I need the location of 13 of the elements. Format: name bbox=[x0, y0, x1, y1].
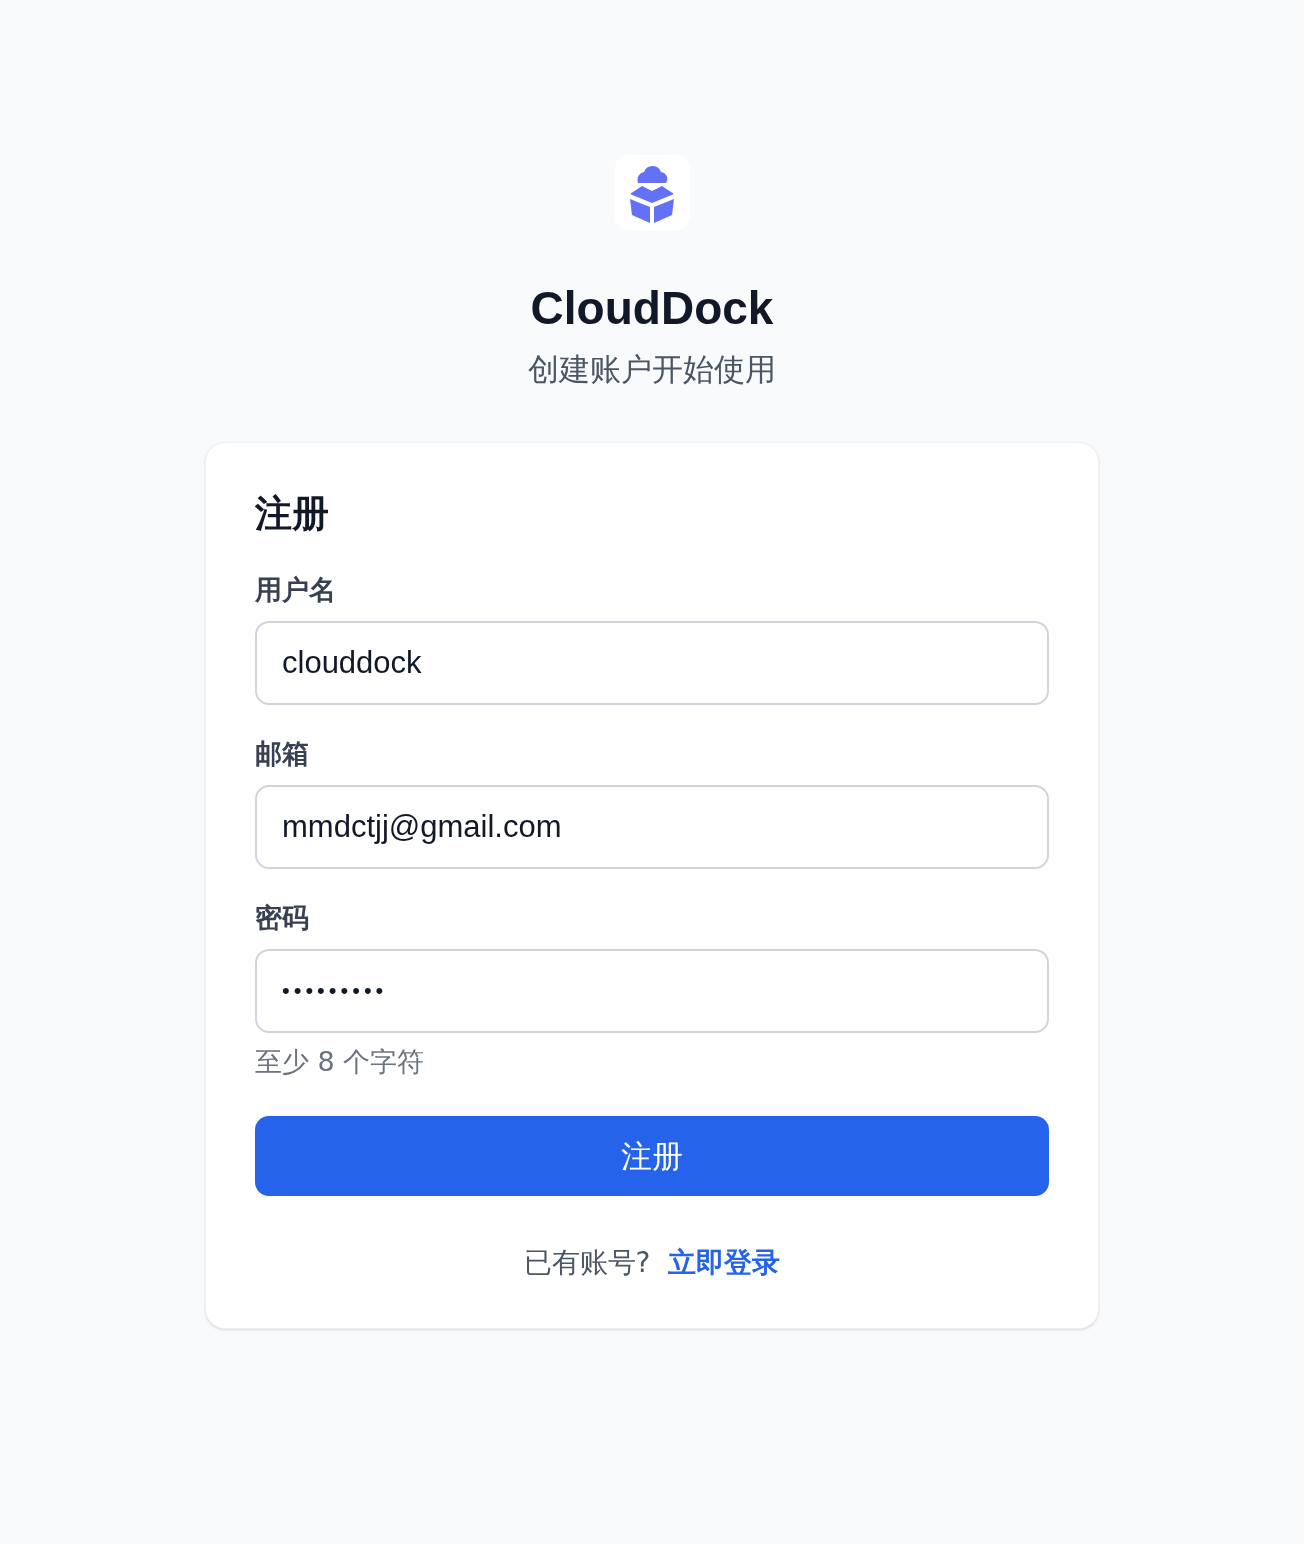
submit-button[interactable]: 注册 bbox=[255, 1116, 1049, 1197]
field-hint: 至少 8 个字符 bbox=[255, 1044, 426, 1079]
login-link[interactable]: 立即登录 bbox=[668, 1242, 781, 1285]
password-field[interactable]: ••••••••• bbox=[255, 948, 1049, 1033]
input-field[interactable]: clouddock bbox=[255, 621, 1049, 705]
footer-text: 已有账号? bbox=[523, 1245, 651, 1282]
field-label: 邮箱 bbox=[255, 737, 310, 771]
app-title: CloudDock bbox=[530, 281, 774, 336]
field-label: 用户名 bbox=[255, 573, 337, 607]
input-field[interactable]: mmdctjj@gmail.com bbox=[255, 784, 1049, 869]
form-title: 注册 bbox=[255, 491, 330, 537]
field-label: 密码 bbox=[255, 900, 310, 935]
app-subtitle: 创建账户开始使用 bbox=[528, 349, 776, 389]
